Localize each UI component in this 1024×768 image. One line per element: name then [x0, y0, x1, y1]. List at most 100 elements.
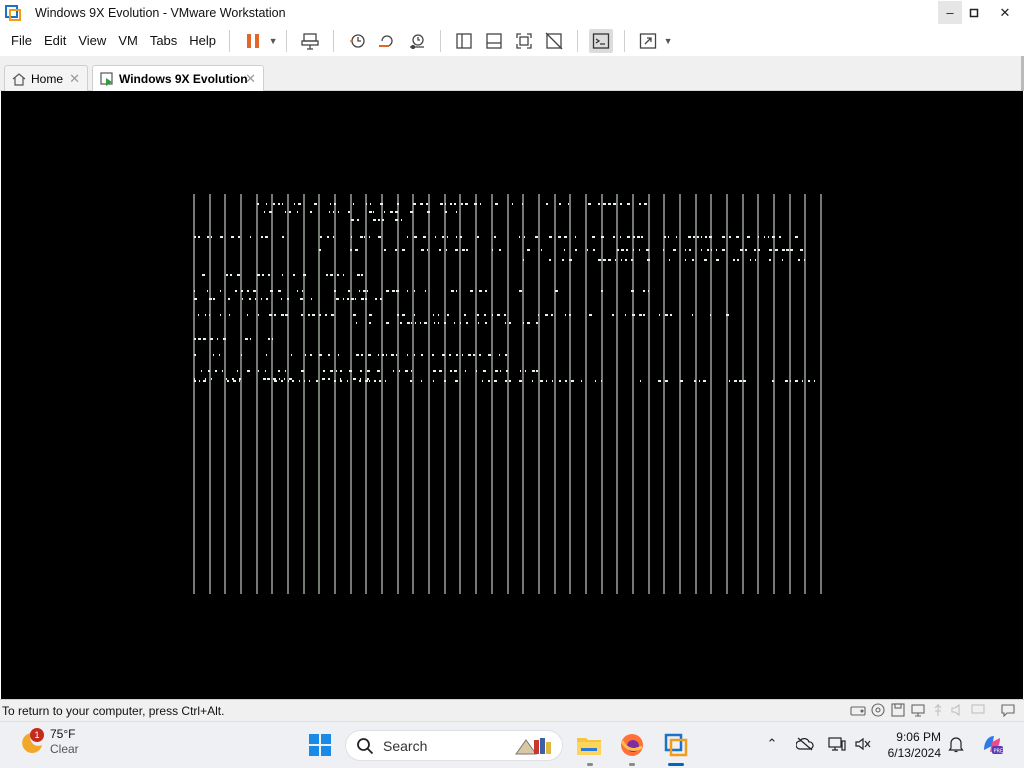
snapshot-manager-icon[interactable]	[405, 29, 429, 53]
vm-glitch-dot	[433, 370, 436, 372]
vm-glitch-dot	[538, 314, 539, 316]
vm-glitch-dot	[669, 259, 670, 261]
vm-glitch-dot	[194, 290, 195, 292]
file-explorer-button[interactable]	[573, 729, 605, 761]
cd-dvd-icon[interactable]	[870, 703, 886, 717]
vm-console-screen[interactable]	[1, 91, 1023, 699]
snapshot-icon[interactable]	[345, 29, 369, 53]
full-screen-icon[interactable]	[512, 29, 536, 53]
vm-glitch-dot	[407, 354, 408, 356]
vm-glitch-dot	[357, 219, 359, 221]
vm-glitch-dot	[227, 380, 229, 382]
thumbnail-bar-icon[interactable]	[482, 29, 506, 53]
close-icon[interactable]: ✕	[69, 71, 80, 87]
vm-glitch-dot	[613, 236, 615, 238]
vm-glitch-dot	[474, 203, 477, 205]
menu-edit[interactable]: Edit	[44, 33, 66, 48]
show-library-icon[interactable]	[452, 29, 476, 53]
vm-glitch-dot	[509, 322, 511, 324]
chevron-down-icon[interactable]: ▼	[663, 29, 673, 53]
svg-text:PRE: PRE	[994, 749, 1004, 755]
vm-glitch-dot	[680, 380, 683, 382]
vm-glitch-dot	[353, 378, 356, 380]
vm-glitch-dot	[484, 314, 486, 316]
vm-glitch-dot	[775, 249, 778, 251]
vm-glitch-dot	[272, 338, 273, 340]
menu-help[interactable]: Help	[189, 33, 216, 48]
firefox-button[interactable]	[616, 729, 648, 761]
revert-snapshot-icon[interactable]	[375, 29, 399, 53]
vm-glitch-dot	[492, 314, 493, 316]
close-icon[interactable]: ✕	[986, 1, 1024, 24]
vm-running-icon	[100, 72, 113, 86]
vm-glitch-dot	[427, 211, 430, 213]
vm-glitch-dot	[786, 249, 789, 251]
volume-muted-icon[interactable]	[853, 734, 873, 754]
vm-glitch-dot	[522, 203, 523, 205]
vm-glitch-dot	[319, 354, 322, 356]
active-indicator	[668, 763, 684, 766]
vm-glitch-dot	[665, 314, 668, 316]
usb-icon[interactable]	[930, 703, 946, 717]
vm-glitch-dot	[282, 274, 283, 276]
minimize-icon[interactable]: –	[938, 1, 962, 24]
vm-glitch-dot	[282, 236, 284, 238]
message-log-icon[interactable]	[1000, 703, 1016, 717]
menu-file[interactable]: File	[11, 33, 32, 48]
pause-icon[interactable]	[241, 29, 265, 53]
vm-glitch-dot	[223, 338, 226, 340]
menu-tabs[interactable]: Tabs	[150, 33, 177, 48]
vm-glitch-dot	[734, 380, 737, 382]
network-icon[interactable]	[910, 703, 926, 717]
vm-glitch-dot	[266, 203, 267, 205]
vm-glitch-dot	[407, 290, 408, 292]
console-view-icon[interactable]	[589, 28, 614, 53]
vm-glitch-dot	[397, 314, 399, 316]
menu-vm[interactable]: VM	[118, 33, 138, 48]
hard-disk-icon[interactable]	[850, 703, 866, 717]
vm-glitch-dot	[648, 290, 649, 292]
network-disconnected-icon[interactable]	[795, 734, 815, 754]
vm-glitch-dot	[565, 314, 566, 316]
vm-glitch-dot	[273, 378, 276, 380]
maximize-icon[interactable]	[962, 1, 986, 24]
vm-glitch-dot	[477, 236, 479, 238]
start-button[interactable]	[304, 729, 336, 761]
vm-glitch-dot	[340, 370, 342, 372]
notification-bell-icon[interactable]	[946, 734, 966, 754]
close-icon[interactable]: ✕	[245, 71, 256, 87]
vm-glitch-dot	[468, 354, 471, 356]
vm-glitch-dot	[249, 298, 251, 300]
vmware-workstation-button[interactable]	[660, 729, 692, 761]
send-ctrl-alt-del-icon[interactable]	[298, 29, 322, 53]
weather-widget[interactable]: 1 75°F Clear	[18, 727, 79, 757]
vm-glitch-dot	[688, 236, 691, 238]
taskbar-search-box[interactable]: Search	[345, 730, 563, 761]
vm-glitch-dot	[239, 378, 241, 380]
vm-glitch-dot	[209, 314, 210, 316]
vm-glitch-dot	[685, 249, 686, 251]
chevron-down-icon[interactable]: ▼	[268, 29, 278, 53]
floppy-icon[interactable]	[890, 703, 906, 717]
copilot-icon[interactable]: PRE	[980, 732, 1004, 756]
vm-glitch-dot	[575, 236, 576, 238]
vm-glitch-dot	[494, 380, 497, 382]
sound-icon[interactable]	[950, 703, 966, 717]
stretch-guest-icon[interactable]	[636, 29, 660, 53]
display-device-icon[interactable]	[827, 734, 847, 754]
vm-glitch-dot	[285, 370, 286, 372]
vm-glitch-dot	[479, 290, 482, 292]
menu-view[interactable]: View	[78, 33, 106, 48]
vm-glitch-dot	[722, 249, 725, 251]
vm-glitch-dot	[360, 236, 363, 238]
display-icon[interactable]	[970, 703, 986, 717]
vm-glitch-dot	[627, 203, 630, 205]
taskbar-clock[interactable]: 9:06 PM 6/13/2024	[880, 729, 941, 761]
vm-glitch-dot	[291, 354, 292, 356]
tab-windows-9x-evolution[interactable]: Windows 9X Evolution ✕	[92, 65, 264, 92]
vm-glitch-dot	[334, 203, 336, 205]
vm-glitch-dot	[673, 249, 676, 251]
unity-icon[interactable]	[542, 29, 566, 53]
show-hidden-icons-chevron-icon[interactable]: ⌃	[762, 734, 782, 754]
tab-home[interactable]: Home ✕	[4, 65, 88, 91]
